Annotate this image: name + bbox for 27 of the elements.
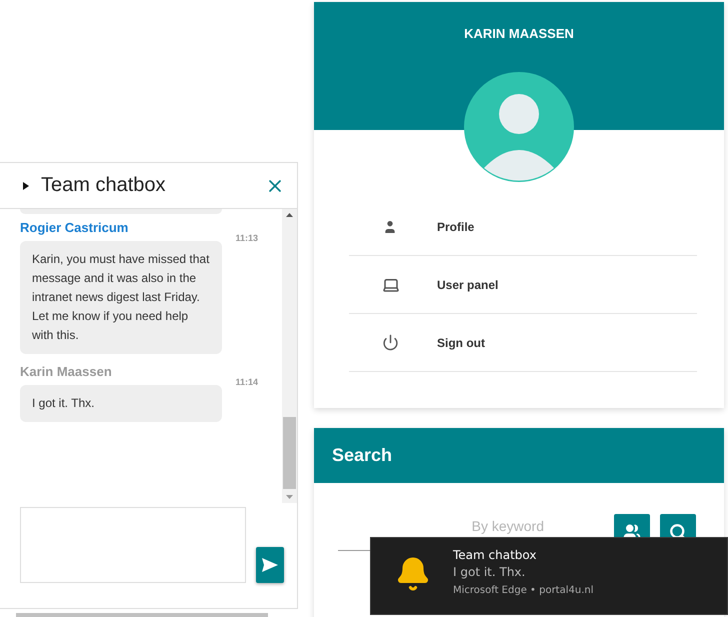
- scroll-down-icon[interactable]: [286, 495, 293, 499]
- menu-item[interactable]: Profile: [349, 198, 697, 256]
- menu-item[interactable]: User panel: [349, 256, 697, 314]
- scrollbar[interactable]: [16, 613, 268, 617]
- message-time: 11:13: [235, 233, 258, 243]
- sender-name: Rogier Castricum: [20, 220, 128, 235]
- send-button[interactable]: [256, 547, 284, 583]
- message-input[interactable]: [20, 507, 246, 583]
- send-icon: [262, 558, 278, 572]
- message-bubble: Karin, you must have missed that message and it was also in the intranet news digest last Friday. Let me know if you need help with this.: [20, 241, 222, 354]
- power-icon: [382, 334, 399, 351]
- profile-name: KARIN MAASSEN: [464, 26, 574, 41]
- sender-name: Karin Maassen: [20, 364, 112, 379]
- message-time: 11:14: [235, 377, 258, 387]
- scroll-up-icon[interactable]: [286, 213, 293, 217]
- bell-icon: [395, 556, 431, 592]
- scrollbar[interactable]: [282, 209, 297, 503]
- scroll-thumb[interactable]: [283, 417, 296, 489]
- notification-source: Microsoft Edge • portal4u.nl: [453, 585, 594, 596]
- caret-icon[interactable]: [22, 180, 30, 190]
- notification-title: Team chatbox: [453, 548, 538, 562]
- notification-toast[interactable]: Team chatbox I got it. Thx. Microsoft Edge • portal4u.nl: [370, 537, 728, 615]
- search-title: Search: [332, 445, 392, 466]
- chat-title: Team chatbox: [41, 174, 167, 197]
- menu-item[interactable]: Sign out: [349, 314, 697, 372]
- message-bubble: I got it. Thx.: [20, 385, 222, 422]
- notification-body: I got it. Thx.: [453, 565, 526, 579]
